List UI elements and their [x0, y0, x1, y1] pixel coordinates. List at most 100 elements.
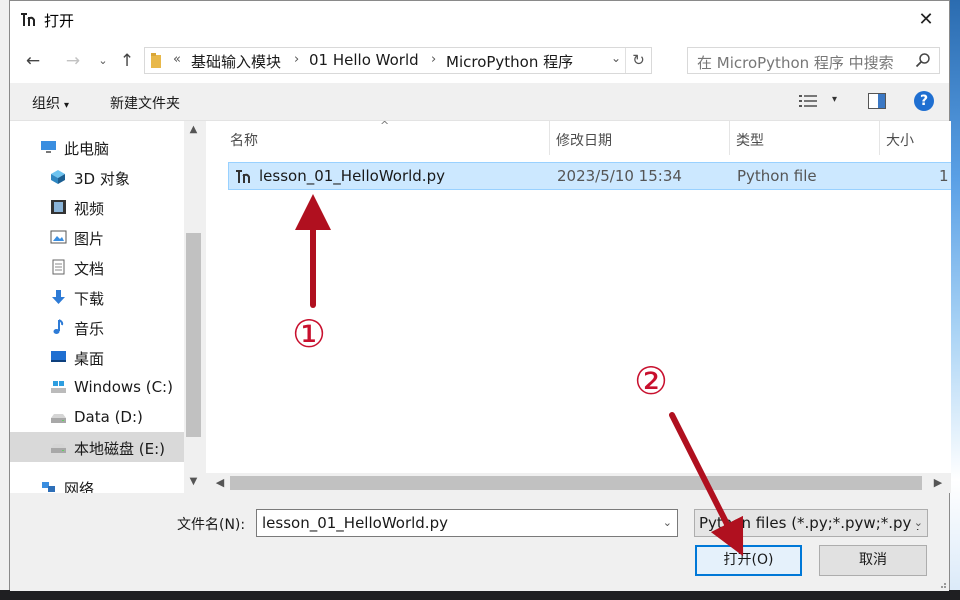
cube-icon: [51, 170, 65, 184]
table-row[interactable]: lesson_01_HelloWorld.py 2023/5/10 15:34 …: [228, 162, 951, 190]
scrollbar-thumb[interactable]: [186, 233, 201, 437]
title-bar: 打开 ✕: [10, 1, 949, 39]
scroll-up-arrow[interactable]: ▲: [184, 121, 203, 139]
address-bar[interactable]: « 基础输入模块 › 01 Hello World › MicroPython …: [144, 47, 652, 74]
background-left: [0, 0, 9, 600]
taskbar-edge: [0, 590, 960, 600]
back-button[interactable]: ←: [20, 49, 46, 73]
organize-button[interactable]: 组织 ▾: [32, 93, 69, 113]
file-type-select[interactable]: Python files (*.py;*.pyw;*.pyi) ⌄: [694, 509, 928, 537]
breadcrumb-segment[interactable]: 基础输入模块: [191, 51, 281, 72]
window-title: 打开: [44, 12, 75, 30]
sidebar-scrollbar[interactable]: ▲ ▼: [184, 121, 203, 493]
open-file-dialog: 打开 ✕ ← → ⌄ ↑ « 基础输入模块 › 01 Hello World ›…: [9, 0, 951, 591]
dropdown-arrow-icon: ▾: [64, 100, 70, 111]
scrollbar-thumb[interactable]: [230, 476, 922, 490]
filename-label: 文件名(N):: [177, 517, 246, 533]
document-icon: [52, 259, 65, 275]
column-header-type[interactable]: 类型: [730, 121, 880, 155]
sidebar-item-documents[interactable]: 文档: [10, 252, 184, 282]
file-name: lesson_01_HelloWorld.py: [259, 167, 445, 185]
column-header-label: 修改日期: [556, 133, 612, 149]
sidebar-item-data-d[interactable]: Data (D:): [10, 402, 184, 432]
sidebar-item-label: 3D 对象: [74, 170, 130, 188]
sidebar-item-this-pc[interactable]: 此电脑: [10, 132, 184, 162]
sidebar-item-3d-objects[interactable]: 3D 对象: [10, 162, 184, 192]
picture-icon: [50, 230, 67, 244]
sidebar-item-label: 桌面: [74, 350, 105, 368]
column-header-name[interactable]: ^ 名称: [206, 121, 550, 155]
navigation-bar: ← → ⌄ ↑ « 基础输入模块 › 01 Hello World › Micr…: [10, 39, 949, 83]
film-icon: [51, 200, 66, 214]
view-options-dropdown[interactable]: ▾: [832, 94, 837, 105]
annotation-marker-2: ②: [634, 359, 669, 403]
download-icon: [52, 290, 65, 304]
cancel-button[interactable]: 取消: [819, 545, 927, 576]
resize-grip-icon[interactable]: [937, 579, 947, 589]
scroll-right-arrow[interactable]: ▶: [928, 473, 948, 493]
sidebar-item-windows-c[interactable]: Windows (C:): [10, 372, 184, 402]
preview-pane-icon[interactable]: [868, 93, 886, 109]
column-header-label: 大小: [886, 133, 914, 149]
sidebar-item-label: 网络: [64, 480, 95, 493]
chevron-down-icon[interactable]: ⌄: [910, 516, 923, 529]
filename-field[interactable]: lesson_01_HelloWorld.py ⌄: [256, 509, 678, 537]
address-dropdown[interactable]: ⌄: [611, 51, 621, 65]
sidebar-item-videos[interactable]: 视频: [10, 192, 184, 222]
navigation-pane: 此电脑 3D 对象 视频 图片 文档 下载 音乐 桌面 Windows (C:)…: [10, 121, 203, 493]
file-list: ^ 名称 修改日期 类型 大小 lesson_01_HelloWorld.py …: [206, 121, 951, 493]
file-type-value: Python files (*.py;*.pyw;*.pyi): [699, 514, 922, 532]
search-icon: [915, 53, 930, 68]
sidebar-item-downloads[interactable]: 下载: [10, 282, 184, 312]
help-icon[interactable]: ?: [914, 91, 934, 111]
desktop-background-strip: [950, 0, 960, 600]
sidebar-item-pictures[interactable]: 图片: [10, 222, 184, 252]
breadcrumb-segment[interactable]: MicroPython 程序: [446, 51, 573, 72]
file-type: Python file: [737, 167, 817, 185]
python-file-icon: [236, 170, 250, 183]
column-header-size[interactable]: 大小: [880, 121, 951, 155]
windows-drive-icon: [51, 381, 66, 393]
sidebar-item-network[interactable]: 网络: [10, 472, 184, 493]
sidebar-item-local-disk-e[interactable]: 本地磁盘 (E:): [10, 432, 184, 462]
details-view-icon[interactable]: [798, 93, 818, 109]
breadcrumb-segment[interactable]: 01 Hello World: [309, 51, 419, 69]
annotation-marker-1: ①: [292, 312, 327, 356]
organize-label: 组织: [32, 96, 60, 112]
folder-icon: [151, 53, 161, 68]
column-header-label: 类型: [736, 133, 764, 149]
recent-locations-button[interactable]: ⌄: [90, 49, 116, 73]
sidebar-item-label: Data (D:): [74, 408, 143, 426]
up-button[interactable]: ↑: [114, 49, 140, 73]
breadcrumb-separator[interactable]: ›: [431, 52, 436, 67]
breadcrumb-separator[interactable]: ›: [294, 52, 299, 67]
desktop-icon: [51, 351, 66, 362]
command-bar: 组织 ▾ 新建文件夹 ▾ ?: [10, 83, 949, 121]
sidebar-item-music[interactable]: 音乐: [10, 312, 184, 342]
sidebar-item-desktop[interactable]: 桌面: [10, 342, 184, 372]
chevron-down-icon[interactable]: ⌄: [663, 516, 672, 529]
sort-ascending-icon: ^: [380, 121, 390, 132]
sidebar-item-label: 音乐: [74, 320, 105, 338]
drive-icon: [51, 414, 66, 423]
refresh-button[interactable]: ↻: [625, 48, 651, 73]
horizontal-scrollbar[interactable]: ◀ ▶: [206, 473, 951, 493]
dialog-footer: 文件名(N): lesson_01_HelloWorld.py ⌄ Python…: [10, 493, 949, 591]
file-size: 1: [939, 167, 949, 185]
search-input[interactable]: 在 MicroPython 程序 中搜索: [687, 47, 940, 74]
scroll-down-arrow[interactable]: ▼: [184, 473, 203, 491]
open-button[interactable]: 打开(O): [695, 545, 802, 576]
scroll-left-arrow[interactable]: ◀: [210, 473, 230, 493]
computer-icon: [41, 141, 56, 153]
drive-icon: [51, 444, 66, 453]
network-icon: [42, 482, 55, 492]
sidebar-item-label: Windows (C:): [74, 378, 173, 396]
new-folder-button[interactable]: 新建文件夹: [110, 93, 180, 113]
forward-button[interactable]: →: [60, 49, 86, 73]
overflow-chevron[interactable]: «: [173, 52, 181, 67]
close-button[interactable]: ✕: [903, 1, 949, 39]
file-date: 2023/5/10 15:34: [557, 167, 682, 185]
column-header-label: 名称: [230, 133, 258, 149]
sidebar-item-label: 此电脑: [64, 140, 110, 158]
column-header-date[interactable]: 修改日期: [550, 121, 730, 155]
